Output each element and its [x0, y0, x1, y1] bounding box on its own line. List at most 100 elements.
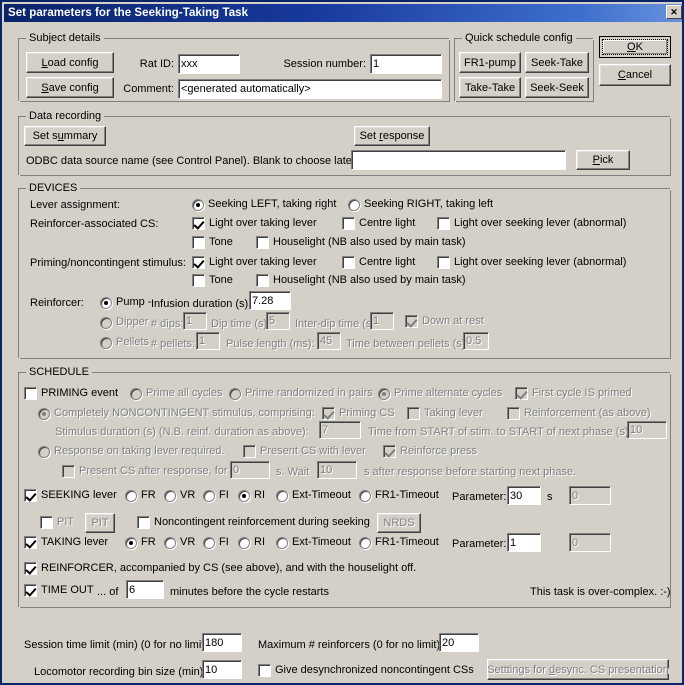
- pellets-input[interactable]: 1: [196, 332, 220, 350]
- checkbox-present-cs-after-response[interactable]: Present CS after response, for: [62, 465, 228, 478]
- checkbox-prime-light-seeking[interactable]: Light over seeking lever (abnormal): [437, 256, 626, 269]
- radio-taking-fr[interactable]: FR: [125, 536, 156, 549]
- seeking-parameter2-input[interactable]: 0: [569, 486, 611, 505]
- lever-assignment-label: Lever assignment:: [30, 199, 120, 211]
- radio-label: RI: [254, 489, 265, 501]
- checkbox-cs-light-taking[interactable]: Light over taking lever: [192, 217, 317, 230]
- load-config-button[interactable]: Load config: [26, 52, 114, 73]
- take-take-button[interactable]: Take-Take: [459, 77, 521, 98]
- cancel-button[interactable]: Cancel: [599, 64, 671, 86]
- interdip-input[interactable]: 1: [370, 312, 394, 330]
- nrds-button[interactable]: NRDS: [377, 513, 421, 533]
- checkbox-reinforce-press[interactable]: Reinforce press: [383, 445, 477, 458]
- checkbox-pit[interactable]: PIT: [40, 516, 74, 529]
- checkbox-desync-cs[interactable]: Give desynchronized noncontingent CSs: [258, 664, 474, 677]
- checkbox-indicator: [515, 387, 528, 400]
- rat-id-input[interactable]: xxx: [178, 54, 240, 74]
- checkbox-down-at-rest[interactable]: Down at rest: [405, 315, 484, 328]
- radio-seeking-fr[interactable]: FR: [125, 489, 156, 502]
- radio-prime-all-cycles[interactable]: Prime all cycles: [130, 387, 222, 400]
- ok-button[interactable]: OK: [599, 36, 671, 58]
- checkbox-label: Reinforcement (as above): [524, 407, 651, 419]
- set-response-button[interactable]: Set response: [354, 126, 430, 146]
- radio-taking-ext-timeout[interactable]: Ext-Timeout: [276, 536, 351, 549]
- checkbox-label: TAKING lever: [41, 536, 109, 548]
- max-reinforcers-input[interactable]: 20: [439, 633, 479, 652]
- checkbox-prime-tone[interactable]: Tone: [192, 274, 233, 287]
- stimulus-duration-input[interactable]: 7: [319, 421, 361, 439]
- checkbox-prime-centre-light[interactable]: Centre light: [342, 256, 415, 269]
- checkbox-reinforcer-row[interactable]: REINFORCER, accompanied by CS (see above…: [24, 562, 416, 575]
- time-out-input[interactable]: 6: [126, 580, 164, 599]
- time-between-pellets-input[interactable]: 0.5: [463, 332, 489, 350]
- locomotor-bin-input[interactable]: 10: [202, 660, 242, 679]
- checkbox-indicator: [24, 387, 37, 400]
- pick-button[interactable]: Pick: [576, 150, 630, 170]
- checkbox-cs-light-seeking[interactable]: Light over seeking lever (abnormal): [437, 217, 626, 230]
- radio-taking-fi[interactable]: FI: [203, 536, 229, 549]
- checkbox-priming-cs[interactable]: Priming CS: [322, 407, 395, 420]
- dips-input[interactable]: 1: [183, 312, 207, 330]
- pulse-length-input[interactable]: 45: [317, 332, 341, 350]
- taking-parameter-label: Parameter:: [452, 538, 507, 550]
- radio-seeking-fi[interactable]: FI: [203, 489, 229, 502]
- radio-seeking-ri[interactable]: RI: [238, 489, 265, 502]
- radio-label: FR: [141, 536, 156, 548]
- interdip-label: Inter-dip time (s):: [295, 318, 379, 330]
- checkbox-label: PRIMING event: [41, 387, 119, 399]
- checkbox-prime-houselight[interactable]: Houselight (NB also used by main task): [256, 274, 466, 287]
- save-config-button[interactable]: Save config: [26, 77, 114, 98]
- checkbox-nrds[interactable]: Noncontingent reinforcement during seeki…: [137, 516, 370, 529]
- checkbox-cs-centre-light[interactable]: Centre light: [342, 217, 415, 230]
- taking-parameter2-input[interactable]: 0: [569, 533, 611, 552]
- checkbox-reinforcement-as-above[interactable]: Reinforcement (as above): [507, 407, 651, 420]
- radio-taking-vr[interactable]: VR: [164, 536, 195, 549]
- checkbox-cs-houselight[interactable]: Houselight (NB also used by main task): [256, 236, 466, 249]
- seek-take-button[interactable]: Seek-Take: [525, 52, 589, 73]
- radio-indicator: [238, 489, 250, 502]
- dips-label: # dips:: [151, 318, 184, 330]
- taking-parameter-input[interactable]: 1: [507, 533, 541, 552]
- radio-pellets[interactable]: Pellets -: [100, 336, 156, 349]
- radio-pump[interactable]: Pump -: [100, 296, 151, 309]
- checkbox-priming-event[interactable]: PRIMING event: [24, 387, 118, 400]
- checkbox-seeking-lever[interactable]: SEEKING lever: [24, 489, 117, 502]
- radio-taking-ri[interactable]: RI: [238, 536, 265, 549]
- radio-noncontingent-stimulus[interactable]: Completely NONCONTINGENT stimulus, compr…: [38, 407, 315, 420]
- radio-seeking-vr[interactable]: VR: [164, 489, 195, 502]
- fr1-pump-button[interactable]: FR1-pump: [459, 52, 521, 73]
- radio-prime-alternate[interactable]: Prime alternate cycles: [378, 387, 502, 400]
- radio-dipper[interactable]: Dipper -: [100, 316, 155, 329]
- wait-input[interactable]: 10: [317, 461, 357, 479]
- radio-label: Prime randomized in pairs: [245, 387, 373, 399]
- dip-time-input[interactable]: 5: [266, 312, 290, 330]
- pit-button[interactable]: PIT: [85, 513, 115, 533]
- checkbox-prime-light-taking[interactable]: Light over taking lever: [192, 256, 317, 269]
- checkbox-time-out[interactable]: TIME OUT: [24, 584, 94, 597]
- checkbox-taking-lever-row[interactable]: TAKING lever: [24, 536, 108, 549]
- comment-input[interactable]: <generated automatically>: [178, 79, 442, 99]
- checkbox-present-cs-with-lever[interactable]: Present CS with lever: [243, 445, 366, 458]
- present-cs-after-input[interactable]: 0: [230, 461, 270, 479]
- checkbox-cs-tone[interactable]: Tone: [192, 236, 233, 249]
- checkbox-taking-lever[interactable]: Taking lever: [407, 407, 483, 420]
- time-to-next-phase-input[interactable]: 10: [627, 421, 667, 439]
- radio-seeking-right[interactable]: Seeking RIGHT, taking left: [348, 198, 493, 211]
- radio-seeking-fr1-timeout[interactable]: FR1-Timeout: [359, 489, 439, 502]
- session-time-limit-input[interactable]: 180: [202, 633, 242, 652]
- radio-taking-fr1-timeout[interactable]: FR1-Timeout: [359, 536, 439, 549]
- checkbox-first-cycle-primed[interactable]: First cycle IS primed: [515, 387, 632, 400]
- desync-settings-button[interactable]: Setttings for desync. CS presentation: [487, 659, 669, 680]
- infusion-duration-input[interactable]: 7.28: [249, 291, 291, 310]
- seeking-parameter-input[interactable]: 30: [507, 486, 541, 505]
- radio-prime-randomized[interactable]: Prime randomized in pairs: [229, 387, 373, 400]
- odbc-input[interactable]: [351, 150, 566, 170]
- radio-indicator: [203, 489, 215, 502]
- close-icon[interactable]: ✕: [666, 5, 682, 19]
- set-summary-button[interactable]: Set summary: [24, 126, 106, 146]
- radio-seeking-ext-timeout[interactable]: Ext-Timeout: [276, 489, 351, 502]
- radio-seeking-left[interactable]: Seeking LEFT, taking right: [192, 198, 336, 211]
- radio-response-required[interactable]: Response on taking lever required.: [38, 445, 225, 458]
- session-number-input[interactable]: 1: [370, 54, 442, 74]
- seek-seek-button[interactable]: Seek-Seek: [525, 77, 589, 98]
